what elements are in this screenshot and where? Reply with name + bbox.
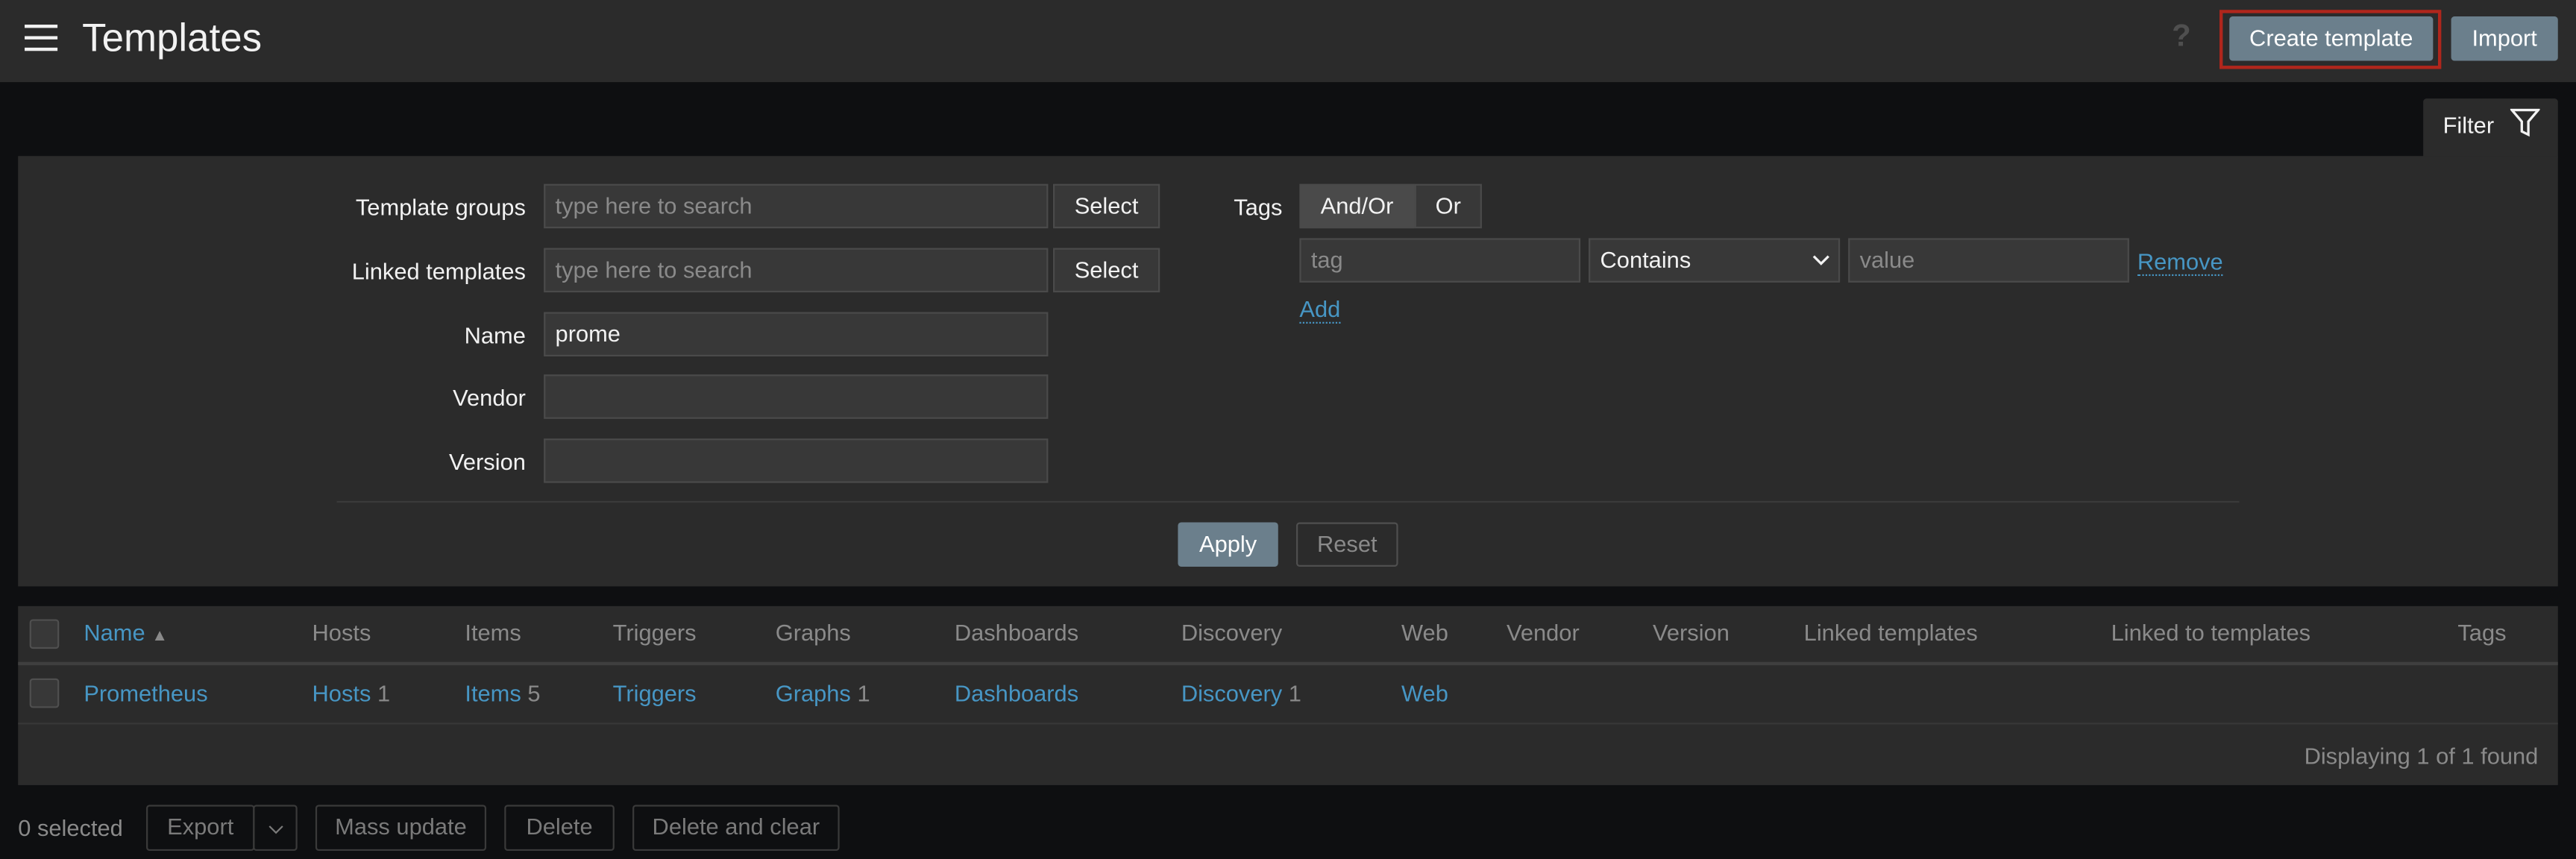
column-hosts: Hosts [312, 619, 371, 646]
vendor-label: Vendor [453, 384, 526, 411]
items-count: 5 [527, 679, 541, 707]
mass-update-button[interactable]: Mass update [315, 805, 487, 852]
tags-or-radio[interactable]: Or [1414, 183, 1482, 229]
sort-asc-icon: ▲ [151, 627, 169, 646]
filter-panel [18, 156, 2558, 587]
linked-templates-label: Linked templates [351, 257, 526, 285]
graphs-link[interactable]: Graphs [776, 680, 851, 706]
filter-tab[interactable]: Filter [2423, 98, 2558, 158]
hosts-count: 1 [377, 679, 391, 707]
tag-value-input[interactable]: value [1848, 238, 2129, 283]
template-groups-label: Template groups [355, 193, 526, 221]
import-button[interactable]: Import [2451, 16, 2558, 61]
operator-value: Contains [1600, 246, 1691, 273]
column-graphs: Graphs [775, 619, 851, 646]
column-label: Name [84, 619, 145, 646]
column-linked-templates: Linked templates [1803, 619, 1978, 646]
linked-templates-select-button[interactable]: Select [1052, 248, 1160, 293]
column-web: Web [1401, 619, 1448, 646]
template-groups-input[interactable]: type here to search [544, 183, 1049, 229]
page-title: Templates [82, 16, 263, 61]
placeholder: type here to search [555, 256, 753, 283]
export-button[interactable]: Export [146, 805, 255, 852]
reset-button[interactable]: Reset [1296, 522, 1398, 567]
triggers-link[interactable]: Triggers [613, 680, 697, 706]
version-input[interactable] [544, 438, 1049, 483]
template-name-link[interactable]: Prometheus [84, 680, 207, 706]
delete-and-clear-button[interactable]: Delete and clear [632, 805, 840, 852]
row-divider [18, 723, 2558, 725]
row-checkbox[interactable] [29, 678, 60, 708]
remove-tag-link[interactable]: Remove [2137, 248, 2223, 277]
version-label: Version [449, 448, 526, 475]
chevron-down-icon [268, 825, 283, 834]
name-input[interactable]: prome [544, 312, 1049, 357]
placeholder: value [1859, 246, 1915, 273]
tag-input[interactable]: tag [1299, 238, 1581, 283]
menu-icon[interactable] [25, 25, 58, 51]
template-groups-select-button[interactable]: Select [1052, 183, 1160, 229]
column-vendor: Vendor [1506, 619, 1580, 646]
placeholder: tag [1310, 246, 1343, 273]
tags-label: Tags [1234, 193, 1283, 221]
hosts-link[interactable]: Hosts [312, 680, 371, 706]
create-template-button[interactable]: Create template [2229, 16, 2434, 61]
graphs-count: 1 [857, 679, 870, 707]
filter-icon [2510, 108, 2540, 137]
tags-andor-radio[interactable]: And/Or [1299, 183, 1415, 229]
column-tags: Tags [2457, 619, 2507, 646]
column-linked-to-templates: Linked to templates [2111, 619, 2311, 646]
linked-templates-input[interactable]: type here to search [544, 248, 1049, 293]
items-link[interactable]: Items [465, 680, 521, 706]
column-discovery: Discovery [1181, 619, 1283, 646]
column-version: Version [1653, 619, 1730, 646]
selected-count: 0 selected [18, 814, 123, 841]
header-divider [18, 661, 2558, 666]
placeholder: type here to search [555, 192, 753, 218]
export-dropdown-button[interactable] [253, 805, 298, 852]
filter-tab-label: Filter [2443, 111, 2495, 139]
add-tag-link[interactable]: Add [1299, 296, 1341, 324]
column-dashboards: Dashboards [954, 619, 1079, 646]
vendor-input[interactable] [544, 374, 1049, 419]
table-stats: Displaying 1 of 1 found [2304, 742, 2539, 769]
tag-operator-select[interactable]: Contains [1589, 238, 1841, 283]
help-icon[interactable]: ? [2172, 19, 2191, 55]
column-items: Items [465, 619, 521, 646]
dashboards-link[interactable]: Dashboards [955, 680, 1078, 706]
column-triggers: Triggers [612, 619, 697, 646]
discovery-link[interactable]: Discovery [1181, 680, 1282, 706]
web-link[interactable]: Web [1401, 680, 1448, 706]
delete-button[interactable]: Delete [504, 805, 615, 852]
discovery-count: 1 [1288, 679, 1301, 707]
column-name[interactable]: Name ▲ [84, 619, 168, 645]
select-all-checkbox[interactable] [29, 619, 60, 649]
chevron-down-icon [1812, 255, 1829, 265]
name-label: Name [464, 321, 526, 348]
apply-button[interactable]: Apply [1178, 522, 1278, 567]
divider [336, 500, 2240, 503]
